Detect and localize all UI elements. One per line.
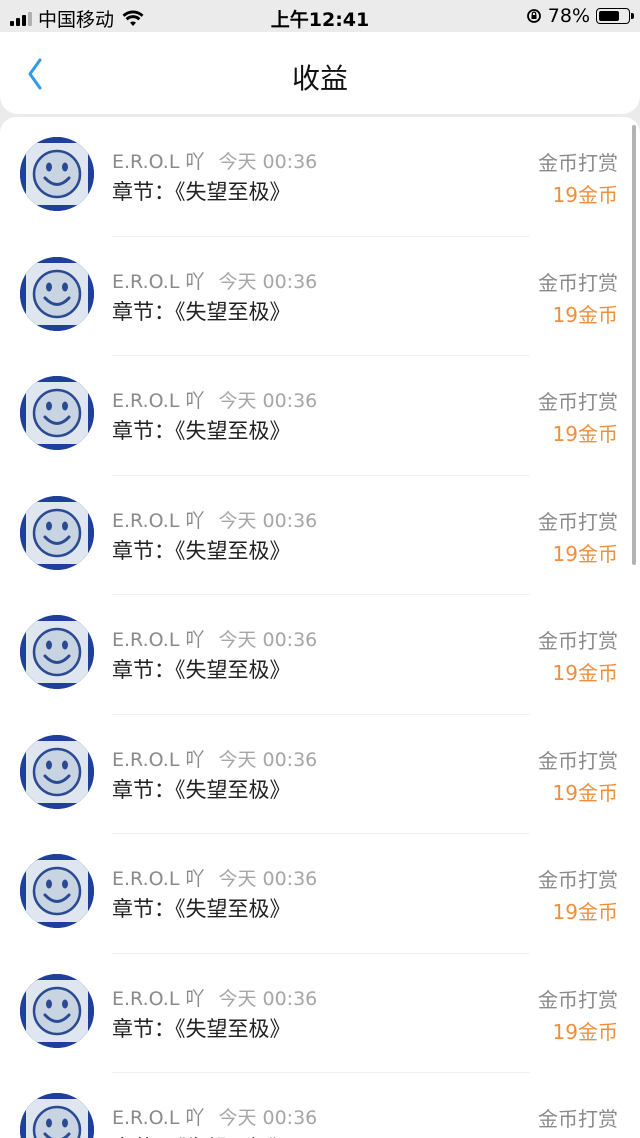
smiley-face-icon [20, 137, 94, 211]
avatar[interactable] [20, 854, 94, 928]
reward-type: 金币打赏 [538, 987, 618, 1012]
earnings-list[interactable]: E.R.O.L 吖今天 00:36 章节：《失望至极》 金币打赏 19金币 E.… [0, 117, 640, 1138]
reward-amount: 19金币 [552, 780, 618, 805]
avatar[interactable] [20, 495, 94, 570]
reward-type: 金币打赏 [538, 270, 618, 295]
record-time: 今天 00:36 [218, 629, 318, 651]
smiley-face-icon [20, 256, 94, 331]
reward-type: 金币打赏 [538, 629, 618, 653]
list-item[interactable]: E.R.O.L 吖今天 00:36 章节：《失望至极》 金币打赏 19金币 [0, 834, 640, 954]
smiley-face-icon [20, 1093, 94, 1138]
reward-amount: 19金币 [552, 1019, 618, 1044]
battery-level [599, 11, 620, 21]
record-time: 今天 00:36 [218, 270, 318, 293]
smiley-face-icon [20, 734, 94, 809]
reward-amount: 19金币 [552, 900, 618, 924]
smiley-face-icon [20, 854, 94, 928]
battery-percent: 78% [547, 5, 590, 27]
reward-amount: 19金币 [552, 541, 618, 566]
reward-type: 金币打赏 [538, 1107, 618, 1131]
smiley-face-icon [20, 973, 94, 1048]
username[interactable]: E.R.O.L 吖 [112, 629, 204, 651]
avatar[interactable] [20, 137, 94, 211]
chapter-title: 章节：《失望至极》 [112, 1016, 291, 1041]
record-time: 今天 00:36 [218, 1107, 318, 1129]
username[interactable]: E.R.O.L 吖 [112, 510, 204, 532]
battery-icon [596, 8, 634, 24]
avatar[interactable] [20, 973, 94, 1048]
avatar[interactable] [20, 734, 94, 809]
username[interactable]: E.R.O.L 吖 [112, 390, 204, 412]
reward-amount: 19金币 [552, 183, 618, 207]
chapter-title: 章节：《失望至极》 [112, 538, 291, 563]
reward-type: 金币打赏 [538, 509, 618, 534]
list-item[interactable]: E.R.O.L 吖今天 00:36 章节：《失望至极》 金币打赏 19金币 [0, 715, 640, 834]
record-time: 今天 00:36 [218, 390, 318, 412]
record-time: 今天 00:36 [218, 987, 318, 1010]
list-item[interactable]: E.R.O.L 吖今天 00:36 章节：《失望至极》 金币打赏 19金币 [0, 476, 640, 595]
username[interactable]: E.R.O.L 吖 [112, 749, 204, 771]
list-item[interactable]: E.R.O.L 吖今天 00:36 章节：《失望至极》 金币打赏 19金币 [0, 1073, 640, 1138]
avatar[interactable] [20, 376, 94, 450]
reward-type: 金币打赏 [538, 748, 618, 773]
screen: 中国移动 上午12:41 78% 收益 E.R.O.L 吖 今天 00:36 章… [0, 0, 640, 1138]
chapter-title: 章节：《失望至极》 [112, 180, 291, 204]
chapter-title: 章节：《失望至极》 [112, 777, 291, 802]
smiley-face-icon [20, 376, 94, 450]
username[interactable]: E.R.O.L 吖 [112, 988, 204, 1010]
record-time: 今天 00:36 [218, 868, 318, 890]
chapter-title: 章节：《失望至极》 [112, 419, 291, 443]
record-time: 今天 00:36 [218, 509, 318, 532]
chapter-title: 章节：《失望至极》 [112, 658, 291, 682]
list-item[interactable]: E.R.O.L 吖今天 00:36 章节：《失望至极》 金币打赏 19金币 [0, 117, 640, 237]
nav-bar: 收益 [0, 32, 640, 114]
rotation-lock-icon [526, 9, 541, 23]
smiley-face-icon [20, 495, 94, 570]
chapter-title: 章节：《失望至极》 [112, 897, 291, 921]
list-item[interactable]: E.R.O.L 吖今天 00:36 章节：《失望至极》 金币打赏 19金币 [0, 237, 640, 356]
reward-type: 金币打赏 [538, 390, 618, 414]
page-title: 收益 [291, 62, 348, 95]
smiley-face-icon [20, 615, 94, 689]
reward-amount: 19金币 [552, 302, 618, 327]
avatar[interactable] [20, 256, 94, 331]
record-time: 今天 00:36 [218, 748, 318, 771]
chapter-title: 章节：《失望至极》 [112, 299, 291, 324]
record-time: 今天 00:36 [218, 151, 318, 173]
status-bar: 中国移动 上午12:41 78% [0, 0, 640, 32]
list-item[interactable]: E.R.O.L 吖今天 00:36 章节：《失望至极》 金币打赏 19金币 [0, 954, 640, 1073]
reward-type: 金币打赏 [538, 151, 618, 175]
chapter-title: 章节：《失望至极》 [112, 1132, 291, 1138]
username[interactable]: E.R.O.L 吖 [112, 1107, 204, 1129]
list-item[interactable]: E.R.O.L 吖今天 00:36 章节：《失望至极》 金币打赏 19金币 [0, 356, 640, 476]
avatar[interactable] [20, 615, 94, 689]
username[interactable]: E.R.O.L 吖 [112, 868, 204, 890]
reward-type: 金币打赏 [538, 868, 618, 892]
username[interactable]: E.R.O.L 吖 [112, 151, 204, 173]
reward-amount: 19金币 [552, 422, 618, 446]
avatar[interactable] [20, 1093, 94, 1138]
reward-amount: 19金币 [552, 661, 618, 685]
username[interactable]: E.R.O.L 吖 [112, 271, 204, 293]
status-right: 78% [526, 5, 634, 27]
list-item[interactable]: E.R.O.L 吖今天 00:36 章节：《失望至极》 金币打赏 19金币 [0, 595, 640, 715]
